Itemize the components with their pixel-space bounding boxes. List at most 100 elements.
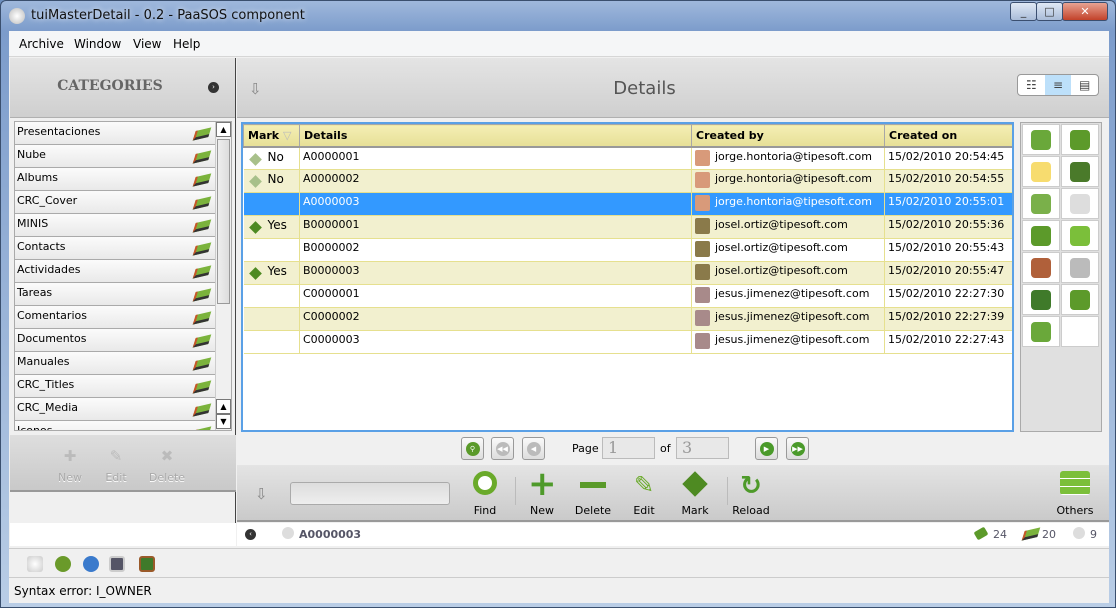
cell-created-by[interactable]: josel.ortiz@tipesoft.com: [691, 215, 885, 239]
cell-created-by[interactable]: jesus.jimenez@tipesoft.com: [691, 284, 885, 308]
category-item[interactable]: Nube: [15, 145, 215, 168]
cell-details[interactable]: B0000001: [299, 215, 692, 239]
icon-cell[interactable]: [1022, 188, 1060, 219]
category-item[interactable]: MINIS: [15, 214, 215, 237]
cell-details[interactable]: B0000002: [299, 238, 692, 262]
delete-button[interactable]: Delete: [568, 471, 618, 517]
icon-cell[interactable]: [1022, 220, 1060, 251]
cell-details[interactable]: C0000003: [299, 330, 692, 354]
icon-cell[interactable]: [1061, 156, 1099, 187]
user-icon[interactable]: [83, 556, 99, 572]
cell-mark[interactable]: [243, 307, 300, 331]
view-detail-list-button[interactable]: ☷: [1018, 75, 1045, 95]
user-edit-icon[interactable]: [55, 556, 71, 572]
monitor-icon[interactable]: [109, 556, 125, 572]
menu-view[interactable]: View: [133, 37, 161, 51]
scroll-down-button[interactable]: ▼: [216, 414, 231, 429]
cell-mark[interactable]: Yes: [243, 215, 300, 239]
last-page-button[interactable]: ▶▶: [786, 437, 809, 460]
table-row[interactable]: C0000002 jesus.jimenez@tipesoft.com 15/0…: [243, 307, 1012, 331]
category-item[interactable]: Iconos: [15, 421, 215, 430]
category-item[interactable]: Albums: [15, 168, 215, 191]
category-item[interactable]: CRC_Cover: [15, 191, 215, 214]
icon-cell[interactable]: [1022, 156, 1060, 187]
cell-mark[interactable]: [243, 284, 300, 308]
cell-created-by[interactable]: josel.ortiz@tipesoft.com: [691, 238, 885, 262]
cell-created-on[interactable]: 15/02/2010 20:54:45: [884, 146, 1012, 170]
cell-created-on[interactable]: 15/02/2010 20:55:47: [884, 261, 1012, 285]
cell-details[interactable]: C0000002: [299, 307, 692, 331]
cell-created-on[interactable]: 15/02/2010 22:27:39: [884, 307, 1012, 331]
cell-details[interactable]: B0000003: [299, 261, 692, 285]
icon-cell[interactable]: [1061, 284, 1099, 315]
column-header-mark[interactable]: Mark ▽: [243, 124, 300, 148]
category-item[interactable]: Actividades: [15, 260, 215, 283]
cell-created-by[interactable]: jorge.hontoria@tipesoft.com: [691, 192, 885, 216]
menu-window[interactable]: Window: [74, 37, 121, 51]
column-header-created-by[interactable]: Created by: [691, 124, 885, 148]
icon-cell[interactable]: [1022, 124, 1060, 155]
cell-created-on[interactable]: 15/02/2010 20:55:36: [884, 215, 1012, 239]
table-row[interactable]: No A0000002 jorge.hontoria@tipesoft.com …: [243, 169, 1012, 193]
cell-mark[interactable]: [243, 192, 300, 216]
menu-help[interactable]: Help: [173, 37, 200, 51]
scroll-up-button[interactable]: ▲: [216, 399, 231, 414]
cell-mark[interactable]: No: [243, 146, 300, 170]
close-button[interactable]: ✕: [1062, 2, 1108, 21]
previous-page-button[interactable]: ◀: [522, 437, 545, 460]
cell-details[interactable]: A0000003: [299, 192, 692, 216]
cell-created-on[interactable]: 15/02/2010 20:55:01: [884, 192, 1012, 216]
down-arrow-icon[interactable]: ⇩: [255, 485, 268, 503]
cell-created-by[interactable]: jesus.jimenez@tipesoft.com: [691, 330, 885, 354]
zoom-button[interactable]: ⚲: [461, 437, 484, 460]
column-header-details[interactable]: Details: [299, 124, 692, 148]
next-page-button[interactable]: ▶: [755, 437, 778, 460]
cell-created-on[interactable]: 15/02/2010 22:27:30: [884, 284, 1012, 308]
app-icon[interactable]: [27, 556, 43, 572]
category-item[interactable]: CRC_Media: [15, 398, 215, 421]
icon-cell[interactable]: [1022, 284, 1060, 315]
cell-created-on[interactable]: 15/02/2010 22:27:43: [884, 330, 1012, 354]
category-item[interactable]: Documentos: [15, 329, 215, 352]
scroll-up-button[interactable]: ▲: [216, 122, 231, 137]
table-row[interactable]: A0000003 jorge.hontoria@tipesoft.com 15/…: [243, 192, 1012, 216]
category-new-button[interactable]: New: [45, 471, 95, 484]
table-row[interactable]: C0000001 jesus.jimenez@tipesoft.com 15/0…: [243, 284, 1012, 308]
cell-mark[interactable]: No: [243, 169, 300, 193]
icon-cell[interactable]: [1061, 220, 1099, 251]
others-button[interactable]: Others: [1050, 471, 1100, 517]
cell-details[interactable]: C0000001: [299, 284, 692, 308]
minimize-button[interactable]: _: [1010, 2, 1037, 21]
cell-created-by[interactable]: jorge.hontoria@tipesoft.com: [691, 169, 885, 193]
icon-cell[interactable]: [1022, 316, 1060, 347]
category-item[interactable]: Presentaciones: [15, 122, 215, 145]
first-page-button[interactable]: ◀◀: [491, 437, 514, 460]
icon-cell[interactable]: [1061, 252, 1099, 283]
cell-created-on[interactable]: 15/02/2010 20:55:43: [884, 238, 1012, 262]
scrollbar[interactable]: ▲ ▲ ▼: [215, 122, 231, 430]
edit-button[interactable]: ✎ Edit: [619, 471, 669, 517]
view-cards-button[interactable]: ▤: [1071, 75, 1098, 95]
category-edit-button[interactable]: Edit: [91, 471, 141, 484]
category-item[interactable]: Tareas: [15, 283, 215, 306]
scroll-thumb[interactable]: [217, 139, 230, 304]
cell-created-on[interactable]: 15/02/2010 20:54:55: [884, 169, 1012, 193]
icon-cell[interactable]: [1061, 124, 1099, 155]
category-item[interactable]: Manuales: [15, 352, 215, 375]
page-input[interactable]: 1: [602, 437, 655, 459]
cell-mark[interactable]: [243, 330, 300, 354]
table-row[interactable]: Yes B0000003 josel.ortiz@tipesoft.com 15…: [243, 261, 1012, 285]
collapse-panel-button[interactable]: ›: [208, 82, 219, 93]
search-input[interactable]: [290, 482, 450, 505]
category-item[interactable]: Contacts: [15, 237, 215, 260]
cell-mark[interactable]: Yes: [243, 261, 300, 285]
icon-cell[interactable]: [1061, 188, 1099, 219]
reload-button[interactable]: ↻ Reload: [726, 471, 776, 517]
category-item[interactable]: CRC_Titles: [15, 375, 215, 398]
category-item[interactable]: Comentarios: [15, 306, 215, 329]
new-button[interactable]: + New: [517, 467, 567, 517]
cell-created-by[interactable]: josel.ortiz@tipesoft.com: [691, 261, 885, 285]
cell-details[interactable]: A0000001: [299, 146, 692, 170]
table-row[interactable]: C0000003 jesus.jimenez@tipesoft.com 15/0…: [243, 330, 1012, 354]
table-row[interactable]: Yes B0000001 josel.ortiz@tipesoft.com 15…: [243, 215, 1012, 239]
